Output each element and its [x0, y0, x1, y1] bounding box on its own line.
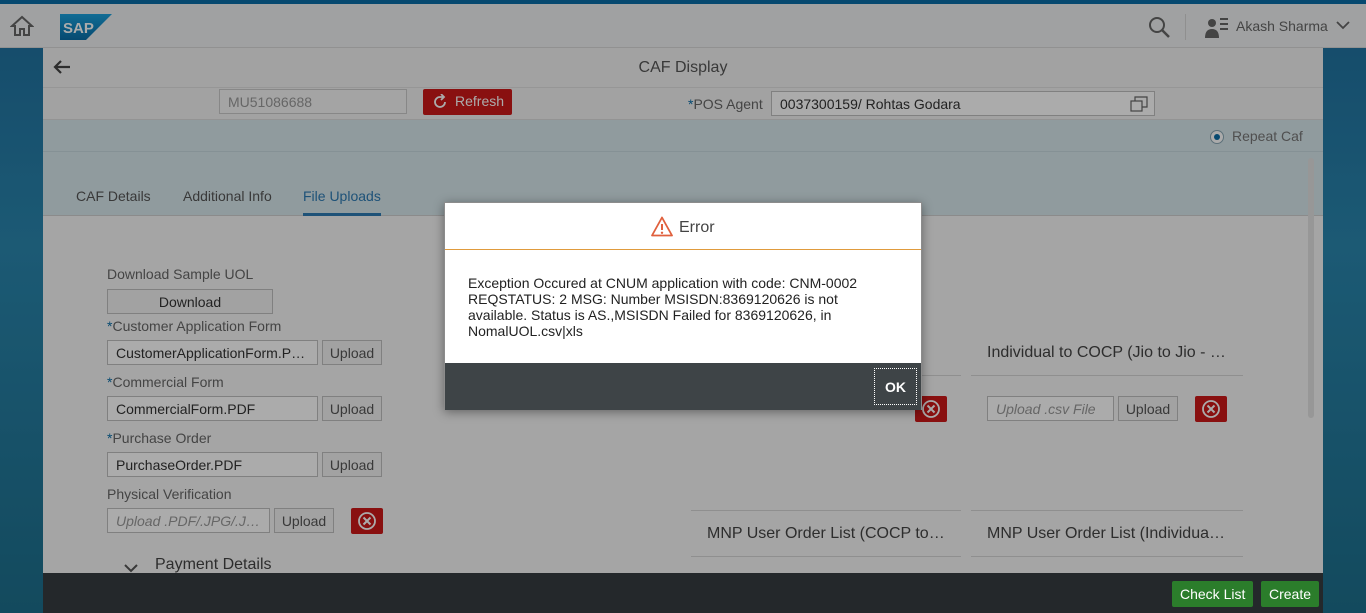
dialog-title: Error [679, 219, 715, 236]
error-message: Exception Occured at CNUM application wi… [468, 275, 858, 339]
check-list-button[interactable]: Check List [1172, 581, 1254, 607]
dialog-header: Error [445, 203, 921, 250]
dialog-footer: OK [445, 363, 921, 410]
ok-button[interactable]: OK [874, 368, 917, 405]
error-dialog: Error Exception Occured at CNUM applicat… [444, 202, 922, 410]
warning-icon [651, 216, 673, 240]
create-button[interactable]: Create [1261, 581, 1320, 607]
